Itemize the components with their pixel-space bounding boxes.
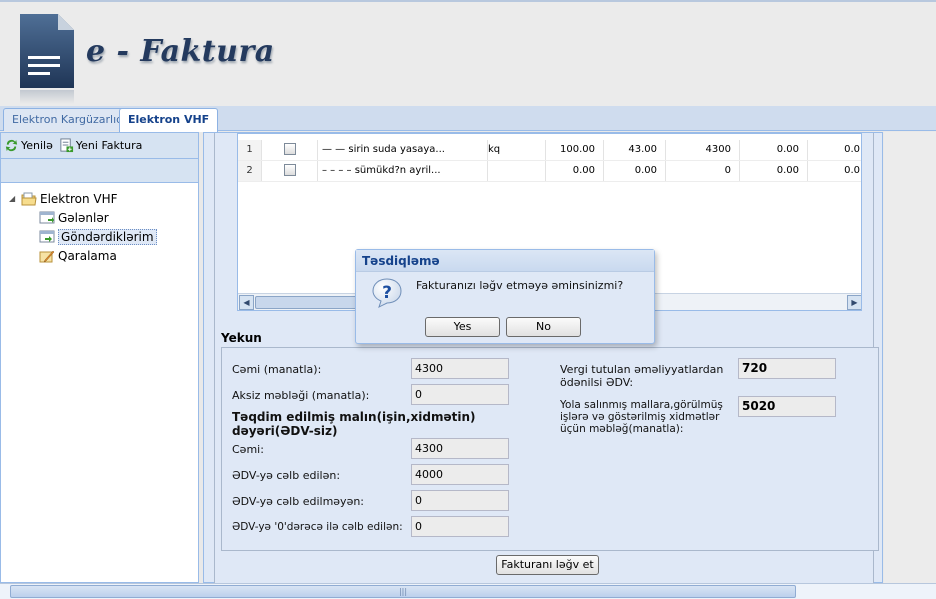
- svg-text:?: ?: [382, 283, 392, 303]
- document-icon: [20, 14, 74, 104]
- tree-root-label: Elektron VHF: [40, 191, 118, 206]
- dialog-title[interactable]: Təsdiqləmə: [356, 250, 654, 272]
- vergi-field[interactable]: 720: [738, 358, 836, 379]
- cemi2-field[interactable]: 4300: [411, 438, 509, 459]
- dialog-message: Fakturanızı ləğv etməyə əminsinizmi?: [416, 279, 624, 292]
- inbox-icon: [39, 211, 55, 223]
- edv-celb-olmayan-field[interactable]: 0: [411, 490, 509, 511]
- cancel-invoice-button[interactable]: Fakturanı ləğv et: [496, 555, 599, 575]
- item-col5: 0.0: [808, 161, 861, 181]
- cemi-field[interactable]: 4300: [411, 358, 509, 379]
- table-row[interactable]: 1 — — sirin suda yasaya... kq 100.00 43.…: [238, 140, 861, 161]
- tree-item-label: Gələnlər: [58, 210, 109, 225]
- item-price: 43.00: [604, 140, 666, 160]
- tree-item-gelenler[interactable]: Gələnlər: [1, 208, 198, 227]
- row-checkbox[interactable]: [283, 143, 296, 155]
- vergi-label: Vergi tutulan əməliyyatlardan ödənilsi Ə…: [560, 363, 724, 389]
- tree-item-qaralama[interactable]: Qaralama: [1, 246, 198, 265]
- sent-icon: [39, 230, 55, 242]
- main-tabbar: Elektron Kargüzarlıq Elektron VHF: [0, 106, 936, 132]
- tree-item-label: Göndərdiklərim: [58, 228, 157, 245]
- cemi-label: Cəmi (manatla):: [232, 363, 322, 376]
- row-number: 1: [238, 140, 262, 160]
- scroll-left-icon[interactable]: ◀: [239, 295, 254, 310]
- edv-celb-olmayan-label: ƏDV-yə cəlb edilməyən:: [232, 495, 365, 508]
- yes-button[interactable]: Yes: [425, 317, 500, 337]
- app-title: e - Faktura: [86, 34, 275, 69]
- item-amount: 0: [666, 161, 740, 181]
- page-horizontal-scrollbar[interactable]: |||: [0, 583, 936, 599]
- collapse-icon[interactable]: ◢: [9, 194, 21, 203]
- confirm-dialog: Təsdiqləmə ? Fakturanızı ləğv etməyə əmi…: [355, 249, 655, 344]
- right-gutter: [884, 132, 936, 583]
- scroll-right-icon[interactable]: ▶: [847, 295, 861, 310]
- tree-root[interactable]: ◢ Elektron VHF: [1, 189, 198, 208]
- new-invoice-icon: [60, 138, 73, 153]
- folder-icon: [21, 192, 37, 205]
- item-col4: 0.00: [740, 140, 808, 160]
- item-name: – – – – sümükd?n ayril...: [318, 161, 488, 181]
- item-col4: 0.00: [740, 161, 808, 181]
- item-unit: [488, 161, 546, 181]
- edv-celb-label: ƏDV-yə cəlb edilən:: [232, 469, 341, 482]
- edv-celb-field[interactable]: 4000: [411, 464, 509, 485]
- item-price: 0.00: [604, 161, 666, 181]
- navigation-panel: Yenilə Yeni Faktura ◢ Elektron VHF Gələn…: [0, 132, 199, 583]
- content-panel: 1 — — sirin suda yasaya... kq 100.00 43.…: [203, 132, 883, 584]
- section-heading: Təqdim edilmiş malın(işin,xidmətin) dəyə…: [232, 410, 476, 438]
- table-row[interactable]: 2 – – – – sümükd?n ayril... 0.00 0.00 0 …: [238, 161, 861, 182]
- new-invoice-label: Yeni Faktura: [75, 139, 143, 152]
- aksiz-label: Aksiz məbləği (manatla):: [232, 389, 370, 402]
- row-number: 2: [238, 161, 262, 181]
- question-icon: ?: [372, 278, 402, 308]
- left-subbar: [1, 159, 198, 183]
- edv-sifir-field[interactable]: 0: [411, 516, 509, 537]
- cemi2-label: Cəmi:: [232, 443, 264, 456]
- yola-label: Yola salınmış mallara,görülmüş işlərə və…: [560, 399, 723, 435]
- item-amount: 4300: [666, 140, 740, 160]
- yola-field[interactable]: 5020: [738, 396, 836, 417]
- page-scroll-thumb[interactable]: |||: [10, 585, 796, 598]
- item-col5: 0.0: [808, 140, 861, 160]
- refresh-icon: [5, 139, 18, 152]
- refresh-label: Yenilə: [21, 139, 53, 152]
- app-header: e - Faktura: [0, 0, 936, 108]
- draft-icon: [39, 250, 55, 263]
- item-quantity: 100.00: [546, 140, 604, 160]
- item-unit: kq: [488, 140, 546, 160]
- aksiz-field[interactable]: 0: [411, 384, 509, 405]
- tab-elektron-vhf[interactable]: Elektron VHF: [119, 108, 219, 132]
- tab-elektron-karguzarliq[interactable]: Elektron Kargüzarlıq: [3, 108, 133, 131]
- new-invoice-button[interactable]: Yeni Faktura: [59, 138, 143, 153]
- summary-title: Yekun: [221, 331, 262, 345]
- item-quantity: 0.00: [546, 161, 604, 181]
- invoice-form: 1 — — sirin suda yasaya... kq 100.00 43.…: [214, 133, 879, 584]
- folder-tree: ◢ Elektron VHF Gələnlər Göndərdiklərim Q…: [1, 183, 198, 265]
- item-name: — — sirin suda yasaya...: [318, 140, 488, 160]
- edv-sifir-label: ƏDV-yə '0'dərəcə ilə cəlb edilən:: [232, 521, 403, 533]
- no-button[interactable]: No: [506, 317, 581, 337]
- row-checkbox-cell: [262, 161, 318, 181]
- tree-item-gonderdiklerim[interactable]: Göndərdiklərim: [1, 227, 198, 246]
- row-checkbox[interactable]: [283, 164, 296, 176]
- left-toolbar: Yenilə Yeni Faktura: [1, 133, 198, 159]
- summary-fieldset: Cəmi (manatla): 4300 Aksiz məbləği (mana…: [221, 347, 879, 551]
- refresh-button[interactable]: Yenilə: [4, 138, 53, 153]
- tree-item-label: Qaralama: [58, 248, 117, 263]
- row-checkbox-cell: [262, 140, 318, 160]
